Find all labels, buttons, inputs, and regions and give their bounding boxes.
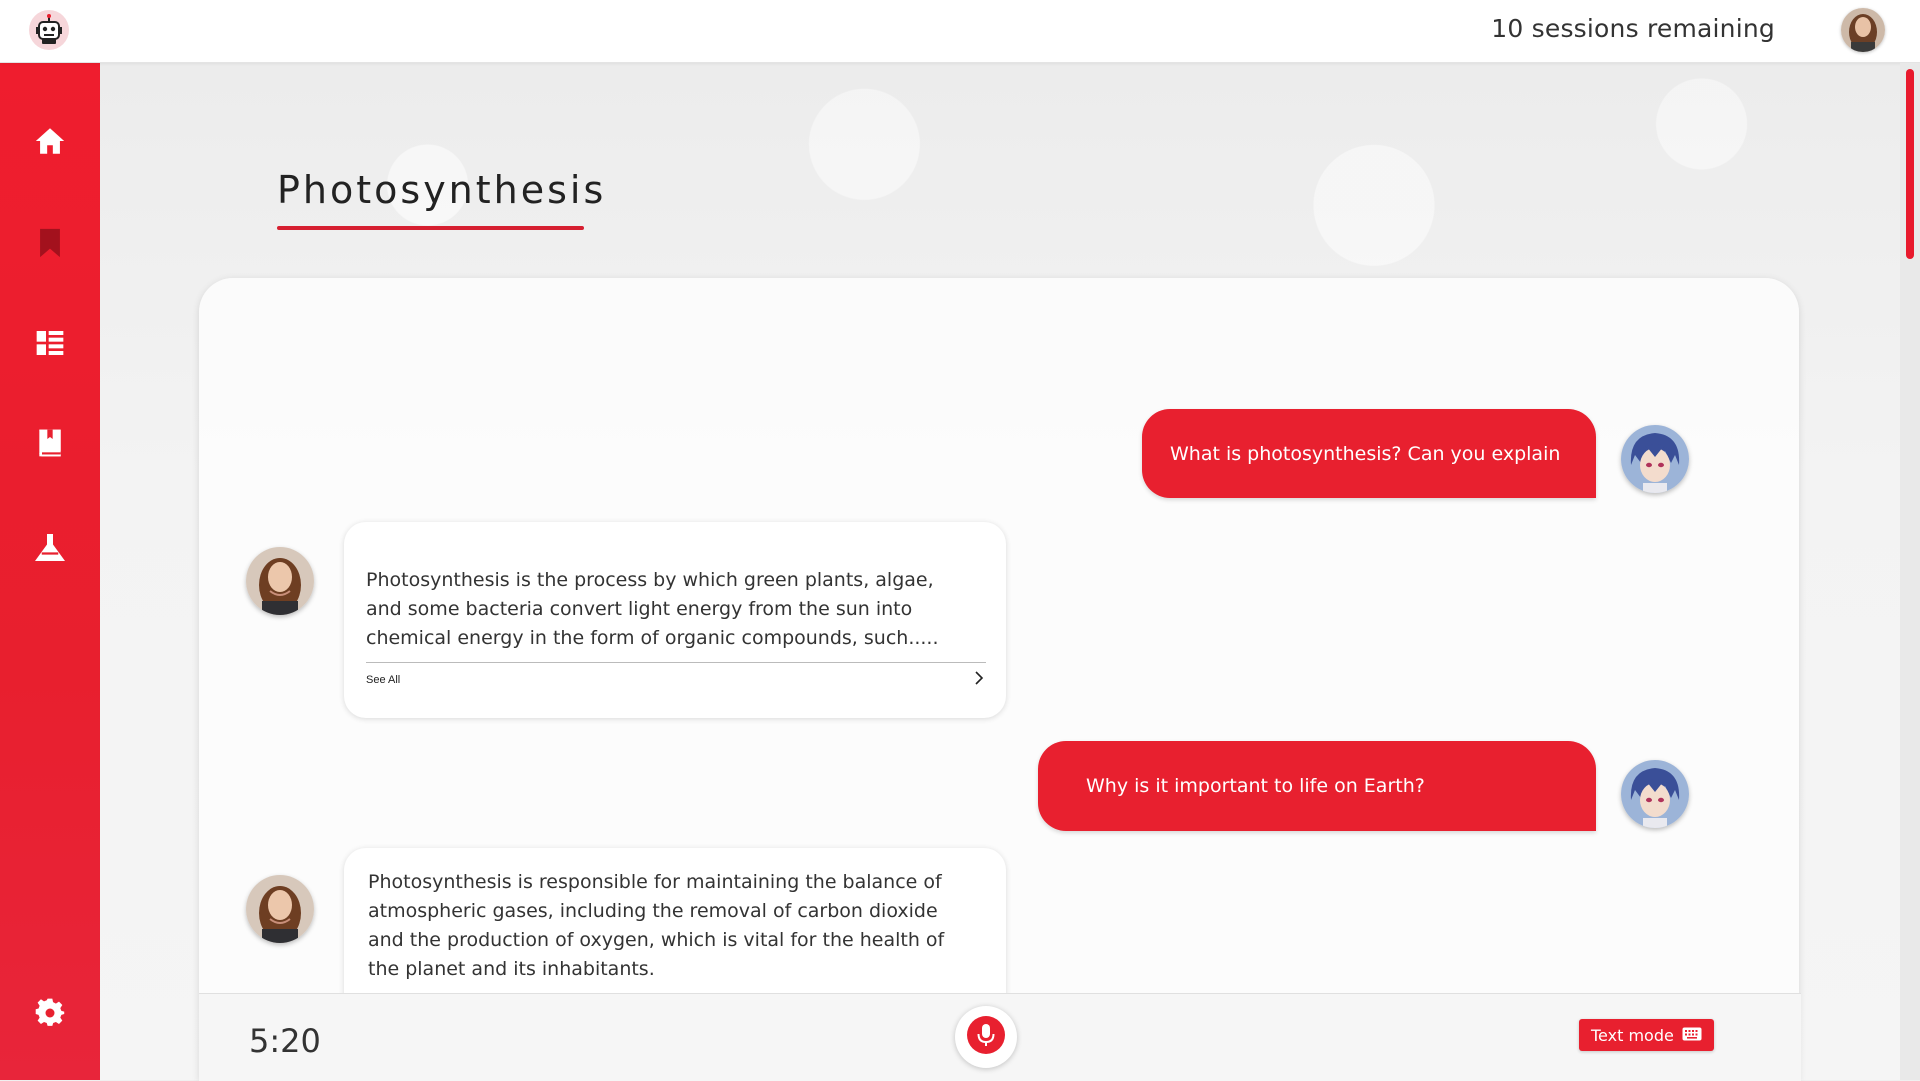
home-icon	[33, 124, 67, 163]
page-title: Photosynthesis	[277, 168, 607, 212]
user-message: What is photosynthesis? Can you explain	[1142, 409, 1596, 498]
user-avatar	[1621, 425, 1689, 493]
sidebar-item-library[interactable]	[30, 425, 70, 465]
bottom-controls: 5:20 Text mode	[199, 993, 1801, 1081]
chat-panel: What is photosynthesis? Can you explain …	[199, 278, 1799, 1080]
text-mode-button[interactable]: Text mode	[1579, 1019, 1714, 1051]
text-mode-label: Text mode	[1591, 1025, 1674, 1045]
bookmark-icon	[33, 226, 67, 265]
see-all-row[interactable]: See All	[366, 662, 986, 697]
settings-button[interactable]	[30, 995, 70, 1035]
book-icon	[34, 427, 66, 464]
sidebar-item-lab[interactable]	[30, 531, 70, 571]
top-bar: 10 sessions remaining	[0, 0, 1920, 63]
microphone-button[interactable]	[955, 1006, 1017, 1068]
user-message-text: What is photosynthesis? Can you explain	[1170, 442, 1561, 465]
tutor-message-text: Photosynthesis is the process by which g…	[366, 569, 939, 649]
chevron-right-icon[interactable]	[972, 670, 986, 690]
flask-icon	[32, 531, 68, 572]
profile-avatar[interactable]	[1841, 8, 1885, 52]
tutor-message-text: Photosynthesis is responsible for mainta…	[368, 871, 945, 980]
session-timer: 5:20	[249, 1022, 321, 1060]
title-underline	[277, 226, 584, 230]
sidebar-item-home[interactable]	[30, 123, 70, 163]
dashboard-icon	[34, 327, 66, 364]
see-all-link[interactable]: See All	[366, 674, 400, 686]
user-message: Why is it important to life on Earth?	[1038, 741, 1596, 831]
gear-icon	[35, 998, 65, 1033]
tutor-avatar	[246, 547, 314, 615]
sidebar	[0, 63, 100, 1080]
page-scrollbar[interactable]	[1900, 63, 1920, 1080]
tutor-avatar	[246, 875, 314, 943]
sidebar-item-bookmarks[interactable]	[30, 225, 70, 265]
sessions-remaining: 10 sessions remaining	[1491, 14, 1775, 43]
sidebar-item-dashboard[interactable]	[30, 325, 70, 365]
robot-logo-icon[interactable]	[28, 9, 70, 51]
tutor-message: Photosynthesis is the process by which g…	[344, 522, 1006, 718]
user-avatar	[1621, 760, 1689, 828]
user-message-text: Why is it important to life on Earth?	[1086, 775, 1425, 797]
scrollbar-thumb[interactable]	[1906, 69, 1914, 259]
keyboard-icon	[1682, 1026, 1702, 1045]
microphone-icon	[966, 1015, 1006, 1060]
